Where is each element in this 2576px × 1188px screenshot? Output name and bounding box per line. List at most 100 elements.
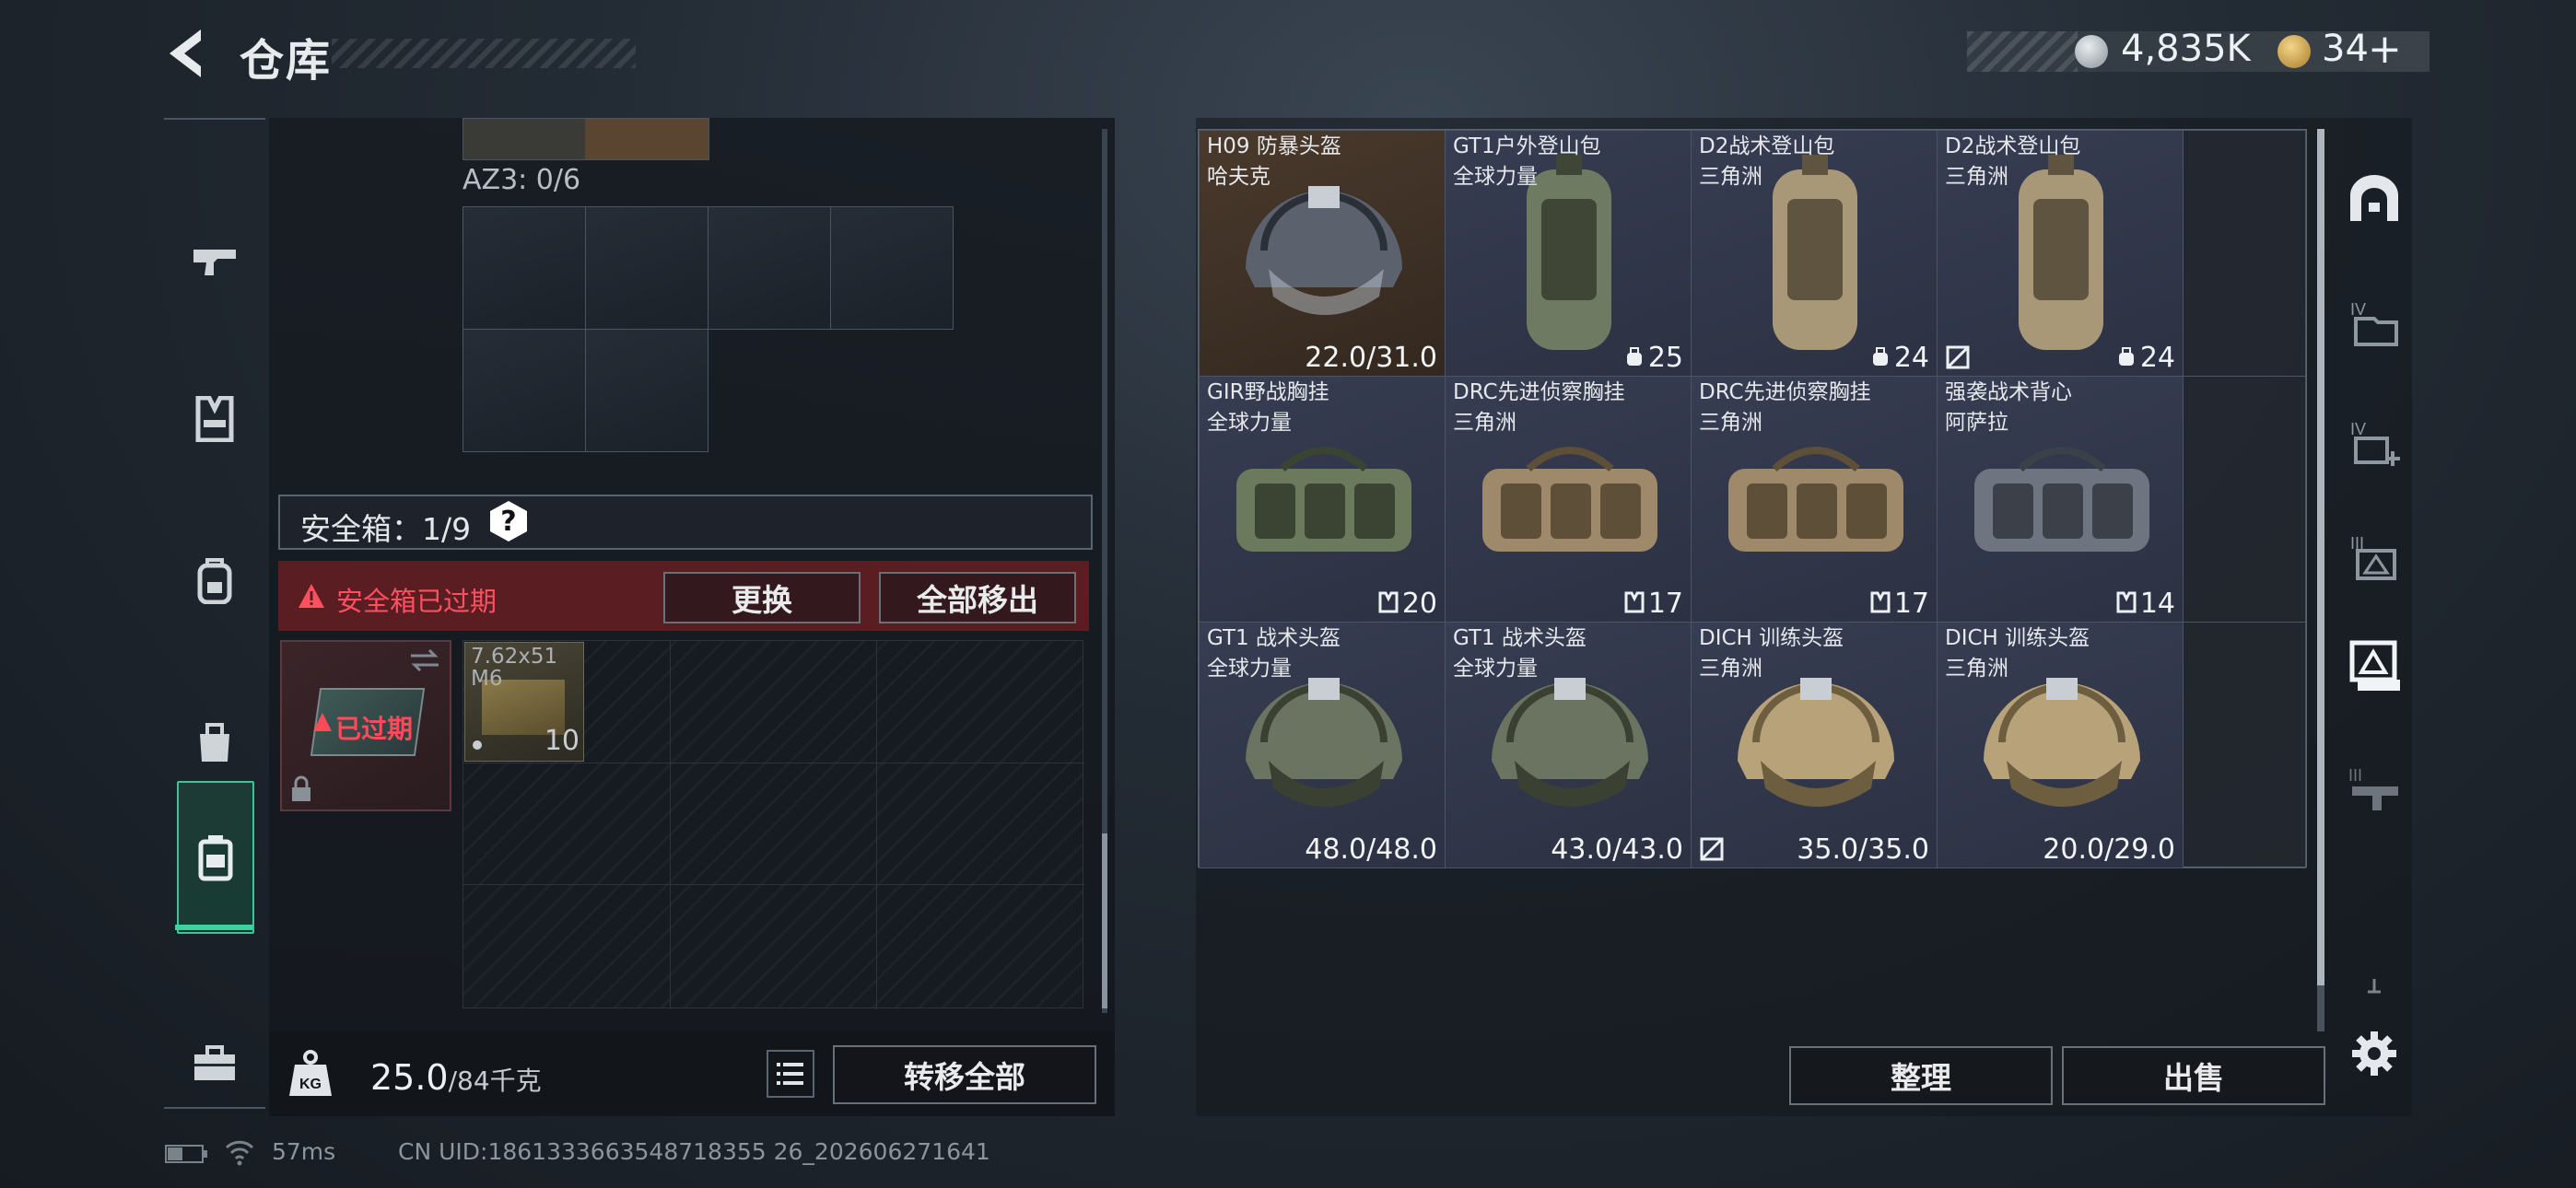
item-name: GT1户外登山包 [1453,134,1601,158]
transfer-all-button[interactable]: 转移全部 [833,1045,1096,1104]
helmet-icon [1492,678,1648,807]
list-icon [777,1063,803,1085]
ping-text: 57ms [272,1138,336,1165]
nav-toolbox[interactable] [164,995,265,1133]
item-name: 强袭战术背心 [1945,380,2072,404]
item-value: 43.0/43.0 [1551,833,1683,866]
vest-slot-icon [2116,591,2137,613]
inventory-scroll-thumb[interactable] [2317,129,2324,985]
tab-active[interactable] [2336,630,2413,704]
nav-weapon[interactable] [164,193,265,332]
tab-iv-add[interactable]: IV [2336,405,2413,479]
silver-coin-icon [2075,35,2108,68]
settings-button[interactable] [2336,1017,2413,1090]
inventory-item[interactable]: DRC先进侦察胸挂 三角洲 17 [1445,376,1692,623]
chest-rig-icon [1728,447,1903,552]
nav-backpack[interactable] [164,511,265,649]
az3-slot[interactable] [463,206,586,330]
vest-slot-icon [1624,591,1645,613]
item-name: GT1 战术头盔 [1453,626,1587,650]
inventory-item[interactable]: DICH 训练头盔 三角洲 20.0/29.0 [1937,622,2184,868]
back-arrow-icon[interactable] [164,26,210,81]
helmet-icon [1738,678,1894,807]
arch-icon [2350,175,2398,221]
inventory-item[interactable]: DICH 训练头盔 三角洲 35.0/35.0 [1691,622,1938,868]
currency-silver: 4,835K [2121,28,2251,70]
vest-slot-icon [1378,591,1399,613]
buy-currency-button[interactable]: + [2368,26,2402,73]
inventory-item[interactable]: DRC先进侦察胸挂 三角洲 17 [1691,376,1938,623]
inventory-item[interactable]: GIR野战胸挂 全球力量 20 [1199,376,1446,623]
backpack-icon [197,558,232,604]
backpack-icon [2019,155,2103,350]
title-decoration [332,39,636,68]
inventory-empty-slot[interactable] [2183,130,2306,377]
item-name: GIR野战胸挂 [1207,380,1329,404]
item-value: 14 [2139,588,2175,620]
inventory-item[interactable]: D2战术登山包 三角洲 24 [1691,130,1938,377]
item-value: 48.0/48.0 [1305,833,1437,866]
az3-slot[interactable] [463,329,586,452]
backpack-icon [1773,155,1857,350]
inventory-empty-slot[interactable] [2183,376,2306,623]
tab-iii-gun[interactable]: III [2336,753,2413,827]
ammo-sub: M6 [471,667,503,691]
add-tab-button[interactable] [2336,949,2413,1022]
inventory-empty-slot[interactable] [2183,622,2306,868]
lock-icon [292,775,310,801]
replace-button[interactable]: 更换 [663,572,861,623]
capacity-icon [2119,347,2134,366]
battery-icon [165,1145,207,1163]
folder-iv-icon: IV [2350,300,2398,346]
az3-slot[interactable] [830,206,954,330]
chest-rig-icon [1974,447,2149,552]
item-origin: 三角洲 [1699,657,1762,681]
storage-scroll-thumb[interactable] [1102,833,1107,1008]
inventory-item[interactable]: GT1 战术头盔 全球力量 43.0/43.0 [1445,622,1692,868]
inventory-item[interactable]: GT1 战术头盔 全球力量 48.0/48.0 [1199,622,1446,868]
case-icon [198,835,233,881]
inventory-item[interactable]: 强袭战术背心 阿萨拉 14 [1937,376,2184,623]
home-tab[interactable] [2336,160,2413,234]
swap-icon[interactable] [407,646,442,674]
left-navigation [164,118,265,1109]
item-name: GT1 战术头盔 [1207,626,1341,650]
nav-safe-case[interactable] [177,781,254,934]
item-name: DRC先进侦察胸挂 [1699,380,1871,404]
safe-case-label: 安全箱：1/9 [300,511,472,547]
item-origin: 全球力量 [1453,657,1538,681]
helmet-icon [1984,678,2140,807]
uid-text: CN UID:1861333663548718355 26_2026062716… [398,1138,990,1165]
item-origin: 三角洲 [1453,411,1516,435]
tab-iv-folder[interactable]: IV [2336,285,2413,359]
currency-decoration [1967,31,2078,72]
item-value: 22.0/31.0 [1305,342,1437,374]
item-origin: 三角洲 [1699,165,1762,189]
az3-slot[interactable] [708,206,831,330]
folder-iii-gun-icon: III [2348,766,2398,810]
no-insure-icon [1946,345,1970,369]
list-view-button[interactable] [767,1050,814,1098]
item-value: 17 [1647,588,1683,620]
ammo-count: 10 [544,725,580,757]
expired-warning-text: 安全箱已过期 [336,586,498,617]
ammo-item[interactable]: 7.62x51 M6 10 [464,642,584,762]
chest-rig-icon [1236,447,1411,552]
page-title: 仓库 [240,35,333,87]
tab-iii-image[interactable]: III [2336,519,2413,593]
nav-chest-rig[interactable] [164,350,265,488]
inventory-item[interactable]: H09 防暴头盔 哈夫克 22.0/31.0 [1199,130,1446,377]
case-expired-label: 已过期 [335,714,414,744]
weight-max: /84千克 [448,1066,542,1096]
az3-label: AZ3: 0/6 [463,164,581,196]
organize-button[interactable]: 整理 [1789,1046,2053,1105]
sell-button[interactable]: 出售 [2062,1046,2325,1105]
az3-slot[interactable] [585,206,708,330]
bag-icon [200,723,229,762]
chest-rig-icon [1482,447,1657,552]
inventory-item[interactable]: GT1户外登山包 全球力量 25 [1445,130,1692,377]
move-all-out-button[interactable]: 全部移出 [879,572,1076,623]
helmet-icon [1246,186,1402,315]
az3-slot[interactable] [585,329,708,452]
inventory-item[interactable]: D2战术登山包 三角洲 24 [1937,130,2184,377]
